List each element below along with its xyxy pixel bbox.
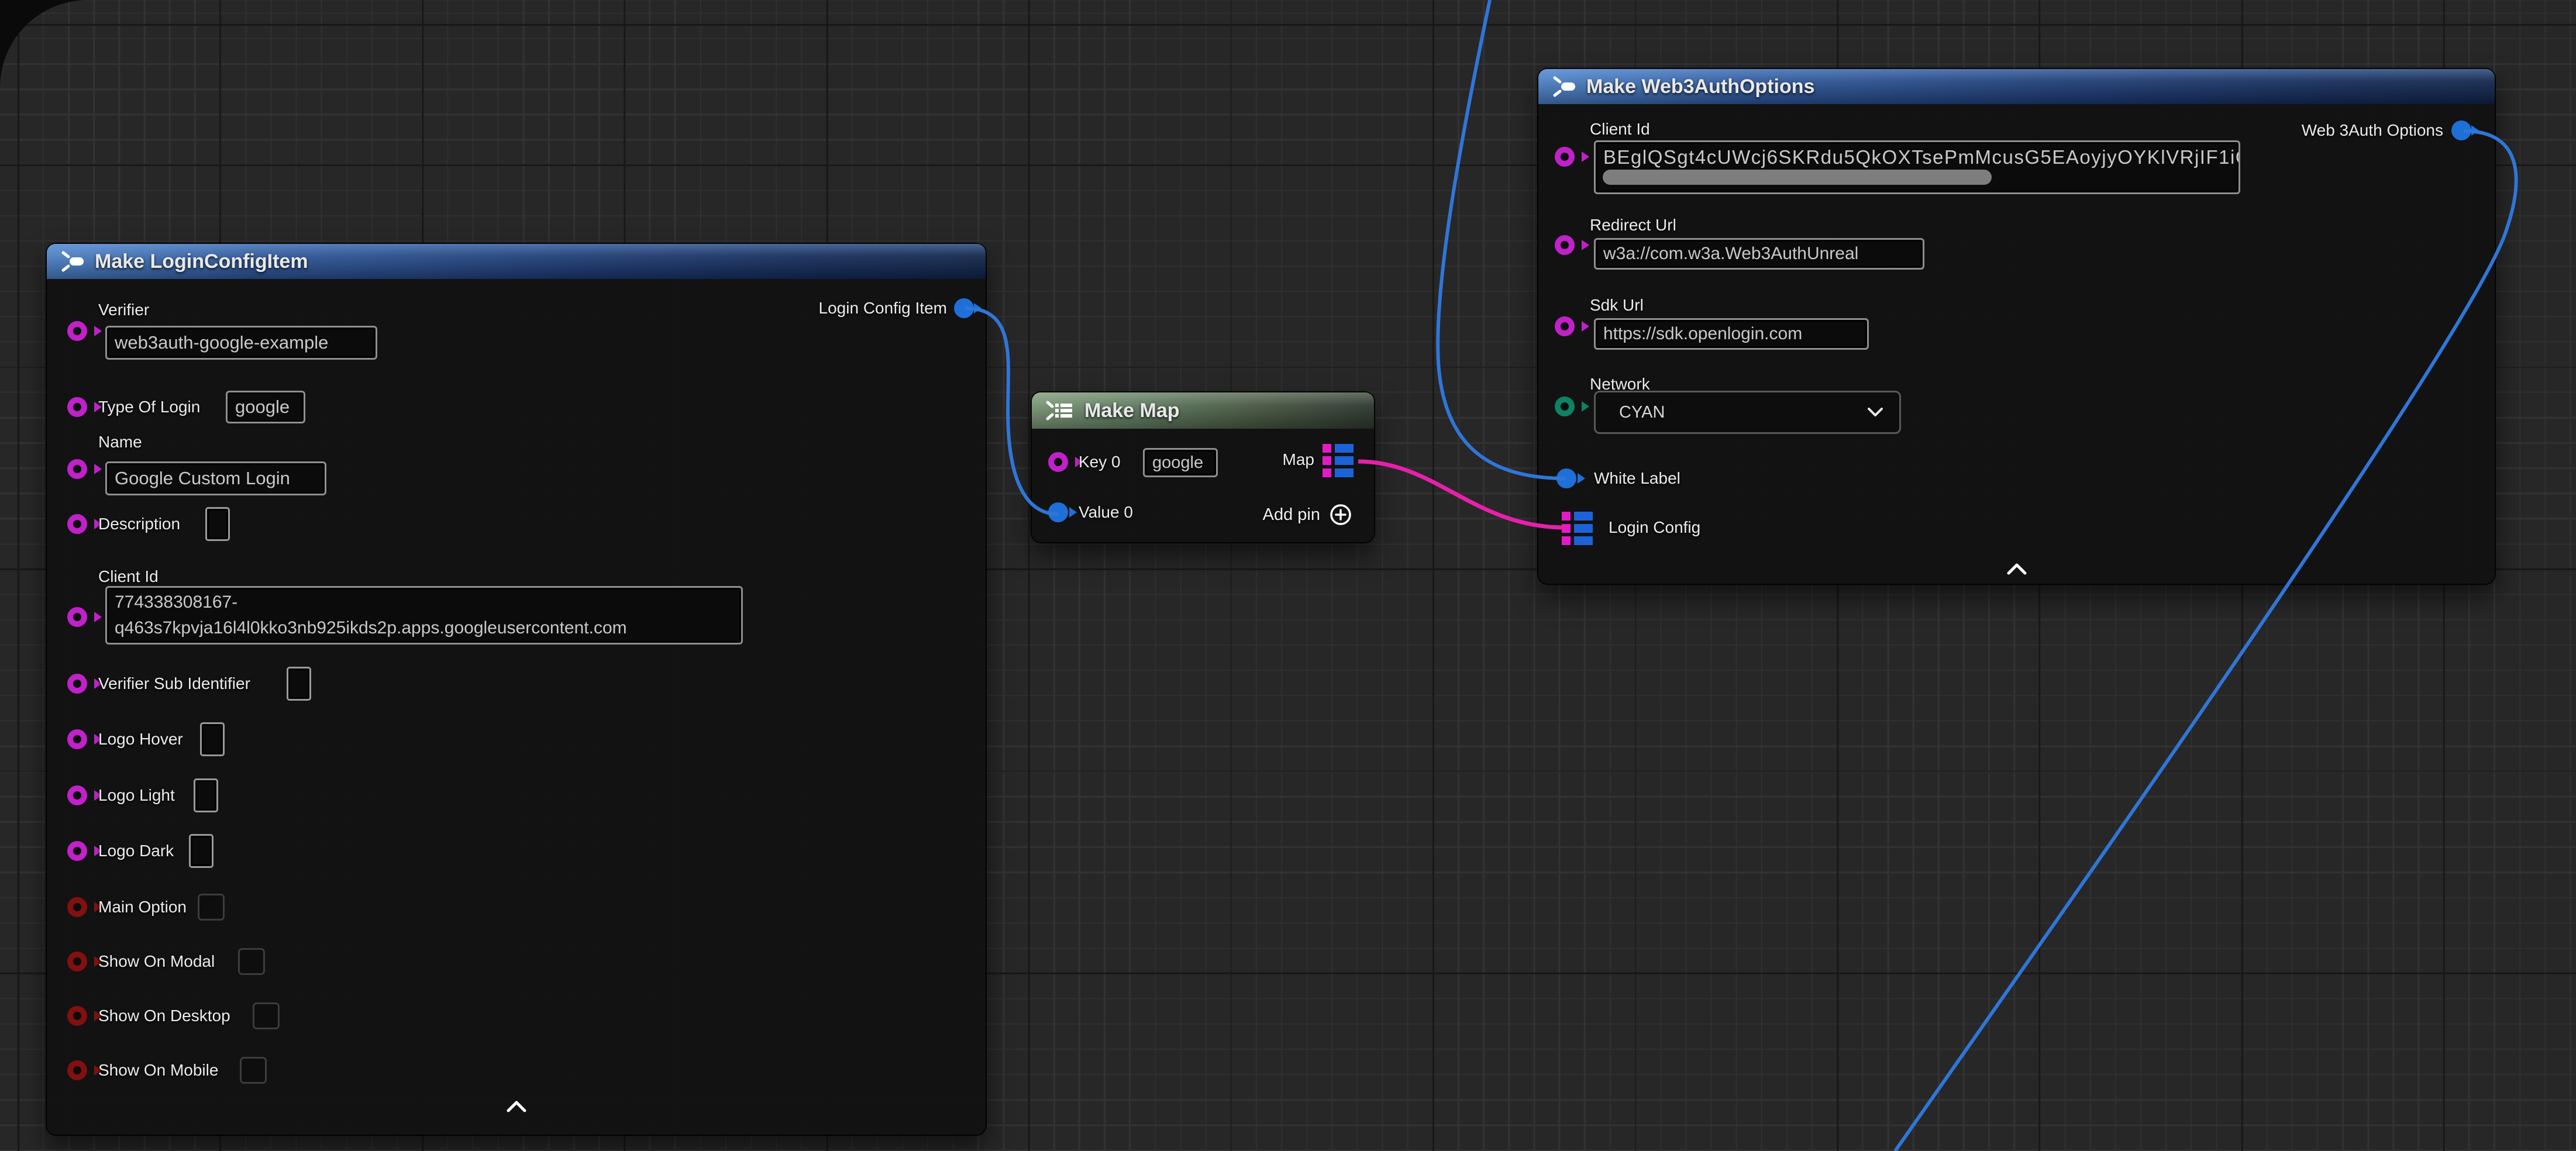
input-pin-logo-hover[interactable]: [67, 729, 87, 749]
key-0-value-field[interactable]: google: [1143, 448, 1218, 477]
input-pin-name[interactable]: [67, 459, 87, 479]
pin-label-login-config: Login Config: [1609, 518, 1700, 537]
pin-label-sdk-url: Sdk Url: [1590, 295, 1644, 315]
sdk-url-value-field[interactable]: https://sdk.openlogin.com: [1594, 318, 1869, 350]
add-pin-plus-icon: [1328, 502, 1353, 527]
input-pin-redirect-url[interactable]: [1555, 235, 1575, 255]
name-value-field[interactable]: Google Custom Login: [105, 461, 326, 495]
chevron-up-icon: [507, 1101, 526, 1112]
pin-label-logo-dark: Logo Dark: [98, 841, 174, 861]
make-struct-icon: [60, 249, 85, 274]
pin-label-name: Name: [98, 432, 142, 452]
input-pin-show-on-modal[interactable]: [67, 952, 87, 971]
description-value-field[interactable]: [205, 507, 230, 541]
input-pin-verifier-sub-identifier[interactable]: [67, 674, 87, 694]
main-option-checkbox[interactable]: [198, 894, 225, 921]
input-pin-description[interactable]: [67, 514, 87, 534]
input-pin-main-option[interactable]: [67, 897, 87, 917]
input-pin-verifier[interactable]: [67, 321, 87, 341]
input-pin-show-on-mobile[interactable]: [67, 1060, 87, 1080]
node-title: Make Web3AuthOptions: [1586, 75, 1814, 98]
input-pin-sdk-url[interactable]: [1555, 316, 1575, 336]
pin-label-verifier: Verifier: [98, 300, 149, 320]
pin-label-show-on-desktop: Show On Desktop: [98, 1006, 230, 1026]
network-dropdown[interactable]: CYAN: [1594, 391, 1901, 434]
logo-dark-value-field[interactable]: [189, 834, 213, 868]
chevron-up-icon: [2007, 563, 2027, 575]
input-pin-logo-light[interactable]: [67, 785, 87, 805]
add-pin-label: Add pin: [1263, 505, 1320, 525]
show-on-desktop-checkbox[interactable]: [253, 1002, 280, 1029]
pin-label-redirect-url: Redirect Url: [1590, 215, 1676, 235]
pin-label-key-0: Key 0: [1079, 452, 1121, 472]
client-id-value-field[interactable]: 774338308167-q463s7kpvja16l4l0kko3nb925i…: [105, 586, 743, 645]
network-selected-value: CYAN: [1619, 403, 1665, 422]
blueprint-graph-canvas[interactable]: Make LoginConfigItem Login Config Item V…: [0, 0, 2576, 1151]
add-pin-button[interactable]: Add pin: [1263, 502, 1353, 527]
pin-label-client-id: Client Id: [1590, 119, 1650, 139]
node-make-web3authoptions[interactable]: Make Web3AuthOptions Web 3Auth Options C…: [1538, 69, 2495, 584]
pin-label-show-on-mobile: Show On Mobile: [98, 1060, 218, 1080]
pin-label-type-of-login: Type Of Login: [98, 397, 200, 417]
node-header-make-loginconfigitem[interactable]: Make LoginConfigItem: [47, 244, 986, 279]
type-of-login-value-field[interactable]: google: [226, 391, 305, 423]
output-pin-map[interactable]: [1323, 444, 1354, 477]
verifier-value-field[interactable]: web3auth-google-example: [105, 326, 377, 360]
input-pin-type-of-login[interactable]: [67, 397, 87, 417]
pin-label-map: Map: [1283, 450, 1314, 470]
client-id-field-scrollbar[interactable]: [1603, 170, 1992, 185]
input-pin-logo-dark[interactable]: [67, 841, 87, 861]
node-title: Make Map: [1084, 399, 1180, 422]
show-on-mobile-checkbox[interactable]: [240, 1057, 267, 1084]
collapse-node-button[interactable]: [1999, 559, 2034, 579]
chevron-down-icon: [1868, 408, 1883, 417]
input-pin-login-config[interactable]: [1562, 512, 1593, 545]
input-pin-client-id[interactable]: [1555, 147, 1575, 167]
pin-label-value-0: Value 0: [1079, 502, 1133, 522]
verifier-sub-identifier-value-field[interactable]: [287, 667, 311, 701]
pin-label-logo-hover: Logo Hover: [98, 729, 183, 749]
input-pin-client-id[interactable]: [67, 607, 87, 627]
node-make-map[interactable]: Make Map Key 0 google Map Value 0 Add pi…: [1032, 392, 1374, 542]
node-header-make-map[interactable]: Make Map: [1032, 392, 1374, 429]
pin-label-white-label: White Label: [1594, 468, 1680, 488]
show-on-modal-checkbox[interactable]: [238, 948, 265, 975]
pin-label-web-3auth-options: Web 3Auth Options: [2302, 120, 2443, 140]
pin-label-login-config-item: Login Config Item: [819, 298, 947, 318]
pin-label-logo-light: Logo Light: [98, 785, 175, 805]
pin-label-description: Description: [98, 514, 180, 534]
node-header-make-web3authoptions[interactable]: Make Web3AuthOptions: [1538, 69, 2495, 104]
input-pin-show-on-desktop[interactable]: [67, 1006, 87, 1026]
pin-label-main-option: Main Option: [98, 897, 187, 917]
collapse-node-button[interactable]: [499, 1097, 534, 1116]
redirect-url-value-field[interactable]: w3a://com.w3a.Web3AuthUnreal: [1594, 238, 1924, 270]
node-make-loginconfigitem[interactable]: Make LoginConfigItem Login Config Item V…: [47, 244, 986, 1135]
client-id-value-field[interactable]: BEglQSgt4cUWcj6SKRdu5QkOXTsePmMcusG5EAoy…: [1594, 140, 2240, 194]
make-map-icon: [1045, 398, 1075, 423]
logo-light-value-field[interactable]: [194, 778, 218, 812]
pin-label-show-on-modal: Show On Modal: [98, 952, 215, 971]
input-pin-key-0[interactable]: [1048, 452, 1068, 472]
pin-label-verifier-sub-identifier: Verifier Sub Identifier: [98, 674, 250, 694]
logo-hover-value-field[interactable]: [200, 722, 225, 756]
make-struct-icon: [1551, 74, 1577, 99]
pin-label-client-id: Client Id: [98, 567, 159, 587]
input-pin-network[interactable]: [1555, 397, 1575, 416]
node-title: Make LoginConfigItem: [95, 250, 308, 273]
